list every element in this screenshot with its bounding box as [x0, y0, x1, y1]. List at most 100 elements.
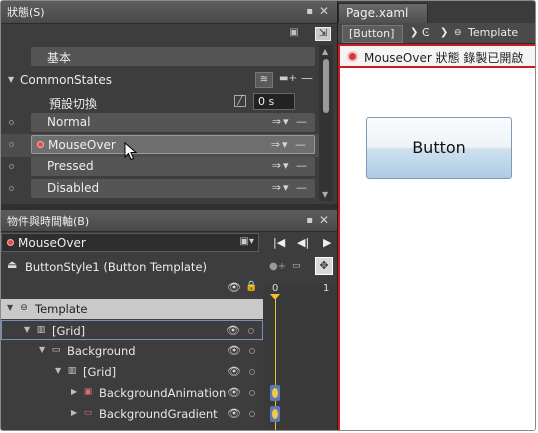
timeline-track-area[interactable]	[263, 299, 337, 430]
collapse-arrow-icon[interactable]: ▼	[8, 75, 14, 84]
snapping-icon[interactable]: ▭	[292, 261, 301, 271]
tree-item-template[interactable]: ▼ ⊖ Template	[1, 299, 263, 319]
lock-toggle[interactable]	[249, 369, 255, 375]
record-icon	[37, 141, 44, 148]
tree-item-label: Template	[35, 302, 88, 316]
default-transition-row: 預設切換 ╱ 0 s	[1, 91, 317, 113]
lock-toggle[interactable]	[248, 328, 254, 334]
timeline-ruler[interactable]: 0 1	[263, 283, 337, 300]
lock-toggle[interactable]	[249, 348, 255, 354]
transition-effect-icon[interactable]: ≋	[255, 72, 273, 88]
breadcrumb-separator-icon: ❯	[440, 27, 449, 38]
previous-frame-icon[interactable]: ◀|	[297, 236, 309, 249]
tree-item-background-animation[interactable]: ▶ ▣ BackgroundAnimation 👁	[1, 383, 263, 403]
record-keyframe-icon[interactable]: ●+	[269, 261, 286, 272]
state-pill-selected[interactable]: MouseOver ⇒▾ —	[31, 135, 315, 154]
tree-item-inner-grid[interactable]: ▼ ▥ [Grid] 👁	[1, 362, 263, 382]
easing-function-icon[interactable]: ╱	[234, 95, 246, 107]
lock-all-icon[interactable]: 🔒	[245, 281, 257, 292]
storyboard-picker[interactable]: MouseOver ▣▾	[1, 233, 259, 252]
state-row-mouseover[interactable]: MouseOver ⇒▾ —	[1, 135, 317, 157]
state-pill[interactable]: Normal ⇒▾ —	[31, 113, 315, 132]
add-transition-icon[interactable]: ⇒▾ —	[272, 181, 309, 194]
base-state-row[interactable]: 基本	[1, 47, 317, 69]
state-row-disabled[interactable]: Disabled ⇒▾ —	[1, 179, 317, 201]
breadcrumb-button-item[interactable]: [Button]	[342, 25, 404, 43]
tree-item-label: [Grid]	[83, 365, 117, 379]
record-icon[interactable]	[347, 51, 358, 62]
states-panel-header: 狀態(S) ▪ ✕	[1, 1, 337, 24]
state-row-normal[interactable]: Normal ⇒▾ —	[1, 113, 317, 135]
add-transition-icon[interactable]: ⇒▾ —	[272, 159, 309, 172]
state-record-indicator	[9, 186, 14, 191]
expand-arrow-icon[interactable]: ▼	[24, 325, 30, 334]
eye-icon[interactable]: 👁	[227, 407, 241, 420]
close-icon[interactable]: ✕	[319, 213, 329, 227]
visibility-header-row: 👁 🔒	[1, 279, 263, 297]
add-transition-icon[interactable]: ⇒▾ —	[271, 138, 308, 151]
transition-preview-icon[interactable]: ⇲	[315, 27, 331, 41]
states-scrollbar[interactable]: ▲ ▼	[319, 45, 333, 201]
keyframe-marker[interactable]	[270, 385, 280, 401]
scope-icon[interactable]: Ͼ	[422, 25, 430, 41]
tree-item-background[interactable]: ▼ ▭ Background 👁	[1, 341, 263, 361]
breadcrumb-template-item[interactable]: Template	[468, 25, 518, 41]
scope-row[interactable]: ⏏ ButtonStyle1 (Button Template)	[1, 256, 263, 278]
play-icon[interactable]: ▶	[323, 236, 331, 249]
tree-item-label: BackgroundGradient	[99, 407, 218, 421]
ruler-tick-label: 1	[323, 283, 330, 294]
state-record-indicator	[9, 164, 14, 169]
mouse-cursor-icon	[124, 142, 138, 161]
scroll-down-icon[interactable]: ▼	[322, 190, 328, 199]
add-transition-icon[interactable]: ▬+	[279, 73, 297, 84]
design-artboard[interactable]: Button	[338, 68, 535, 430]
left-dock: 狀態(S) ▪ ✕ ▣ ⇲ 基本 ▼ CommonStates ≋ ▬+ — 預…	[1, 1, 337, 430]
pin-icon[interactable]: ▪	[306, 215, 313, 226]
breadcrumb: [Button] ❯ Ͼ ❯ ⊖ Template	[338, 23, 535, 44]
expand-arrow-icon[interactable]: ▼	[55, 366, 61, 375]
state-label: Pressed	[47, 159, 94, 173]
close-icon[interactable]: ✕	[319, 4, 329, 18]
scope-up-icon[interactable]: ⏏	[7, 258, 17, 271]
go-to-start-icon[interactable]: |◀	[273, 236, 285, 249]
state-pill[interactable]: Disabled ⇒▾ —	[31, 179, 315, 198]
add-transition-icon[interactable]: ⇒▾ —	[272, 115, 309, 128]
column-divider	[337, 1, 338, 430]
expand-arrow-icon[interactable]: ▶	[71, 387, 77, 396]
objects-panel-header: 物件與時間軸(B) ▪ ✕	[1, 210, 337, 232]
tree-item-label: [Grid]	[52, 324, 86, 338]
eye-icon[interactable]: 👁	[227, 365, 241, 378]
expand-arrow-icon[interactable]: ▼	[7, 303, 13, 312]
show-all-eye-icon[interactable]: 👁	[227, 281, 241, 294]
state-group-header[interactable]: ▼ CommonStates ≋ ▬+ —	[1, 70, 317, 90]
scroll-thumb[interactable]	[323, 59, 329, 113]
keyframe-marker[interactable]	[270, 406, 280, 422]
eye-icon[interactable]: 👁	[227, 344, 241, 357]
document-area: Page.xaml [Button] ❯ Ͼ ❯ ⊖ Template Mous…	[338, 1, 535, 430]
eye-icon[interactable]: 👁	[226, 324, 240, 337]
lock-toggle[interactable]	[249, 411, 255, 417]
expand-arrow-icon[interactable]: ▶	[71, 408, 77, 417]
eye-icon[interactable]: 👁	[227, 386, 241, 399]
template-icon: ⊖	[20, 303, 28, 313]
document-tab[interactable]: Page.xaml	[338, 3, 428, 23]
zoom-to-fit-icon[interactable]: ✥	[315, 257, 333, 275]
states-toolbar: ▣ ⇲	[1, 24, 337, 44]
lock-toggle[interactable]	[249, 390, 255, 396]
state-pill[interactable]: Pressed ⇒▾ —	[31, 157, 315, 176]
transition-duration-input[interactable]: 0 s	[253, 93, 295, 110]
add-state-group-icon[interactable]: ▣	[287, 27, 301, 39]
state-row-pressed[interactable]: Pressed ⇒▾ —	[1, 157, 317, 179]
remove-group-icon[interactable]: —	[301, 71, 313, 85]
preview-button[interactable]: Button	[366, 117, 512, 179]
scroll-up-icon[interactable]: ▲	[322, 47, 328, 56]
storyboard-options-icon[interactable]: ▣▾	[240, 236, 254, 247]
pin-icon[interactable]: ▪	[306, 6, 313, 17]
base-state-pill[interactable]: 基本	[31, 47, 315, 66]
expand-arrow-icon[interactable]: ▼	[39, 345, 45, 354]
tree-item-grid[interactable]: ▼ ▥ [Grid] 👁	[1, 320, 263, 340]
grid-icon: ▥	[67, 366, 77, 376]
state-label: Disabled	[47, 181, 100, 195]
tree-item-background-gradient[interactable]: ▶ ▭ BackgroundGradient 👁	[1, 404, 263, 424]
record-icon	[7, 239, 14, 246]
